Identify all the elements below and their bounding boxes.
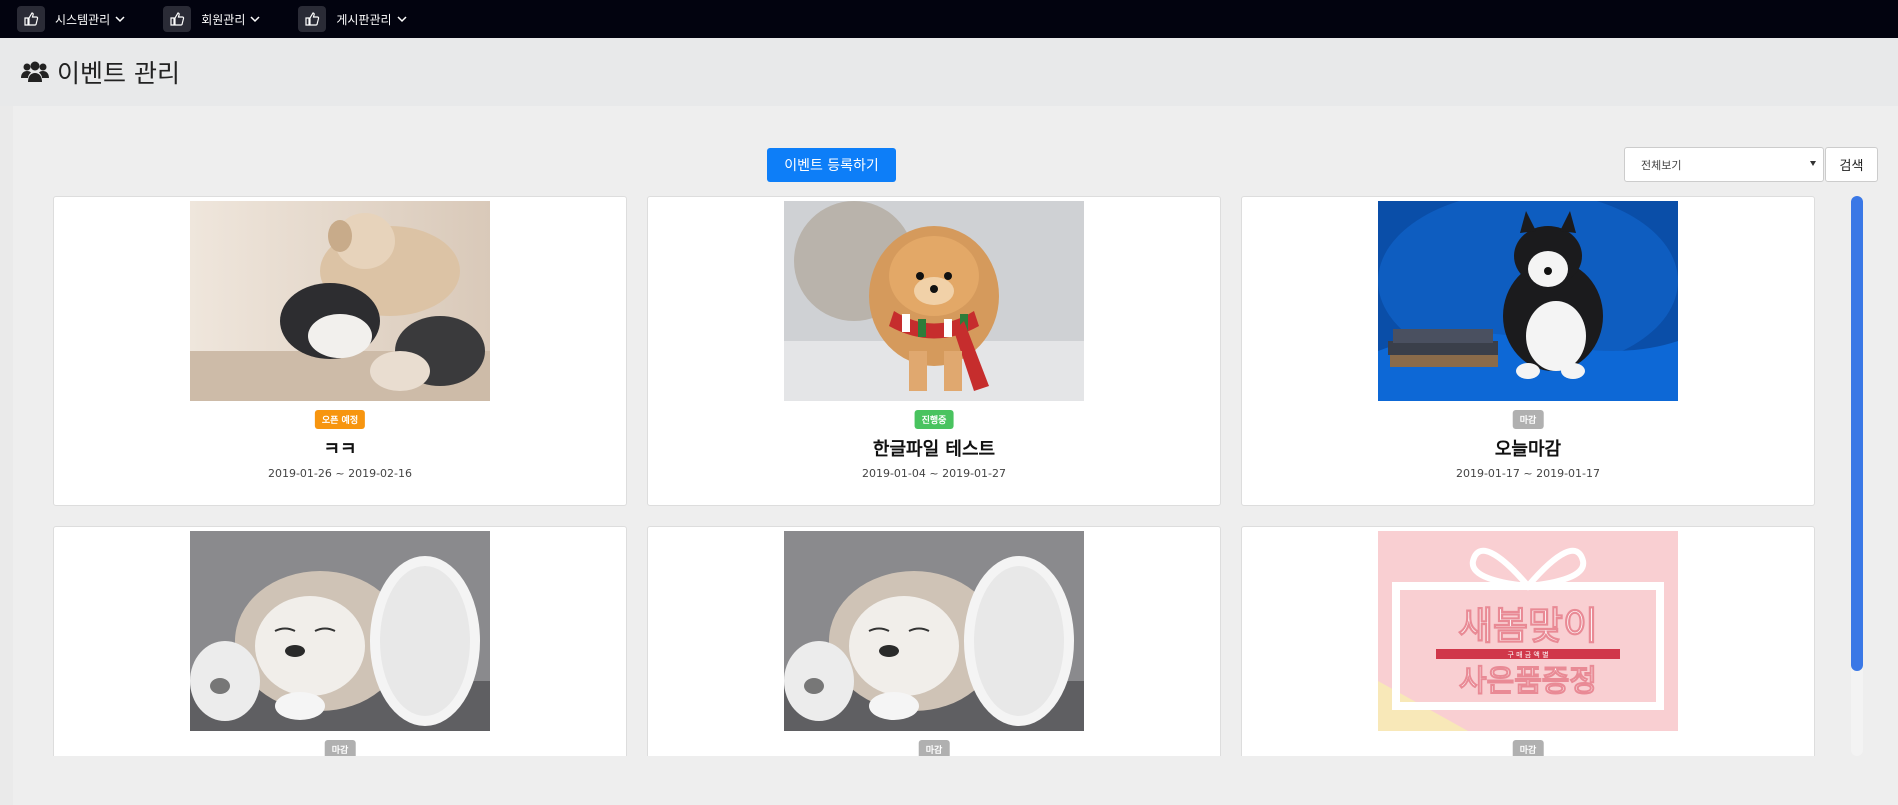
status-badge: 오픈 예정 <box>314 410 366 429</box>
event-image-puppy-toilet-paper[interactable] <box>784 531 1084 731</box>
chevron-down-icon <box>250 15 260 22</box>
banner-line1: 새봄맞이 <box>1458 604 1598 648</box>
event-card[interactable]: 마감 <box>647 526 1221 756</box>
status-badge: 마감 <box>1512 740 1544 756</box>
event-image-husky-puppies[interactable] <box>190 201 490 401</box>
event-card[interactable]: 새봄맞이 구 매 금 액 별 사은품증정 마감 <box>1241 526 1815 756</box>
event-date-range: 2019-01-26 ~ 2019-02-16 <box>267 467 413 480</box>
chevron-down-icon <box>397 15 407 22</box>
content-panel: 이벤트 등록하기 전체보기 검색 오픈 예정 ㅋㅋ 2019-01-26 ~ 2… <box>13 106 1898 805</box>
nav-label: 회원관리 <box>201 12 246 27</box>
scrollbar-thumb[interactable] <box>1851 196 1863 671</box>
event-image-pomeranian[interactable] <box>784 201 1084 401</box>
event-card[interactable]: 오픈 예정 ㅋㅋ 2019-01-26 ~ 2019-02-16 <box>53 196 627 506</box>
dropdown-arrow-icon <box>1810 161 1816 166</box>
banner-line2: 구 매 금 액 별 <box>1507 650 1548 659</box>
event-card[interactable]: 진행중 한글파일 테스트 2019-01-04 ~ 2019-01-27 <box>647 196 1221 506</box>
nav-label: 게시판관리 <box>336 12 392 27</box>
chevron-down-icon <box>115 15 125 22</box>
thumb-pointer-icon <box>298 6 327 32</box>
event-title: ㅋㅋ <box>323 439 357 460</box>
event-date-range: 2019-01-04 ~ 2019-01-27 <box>861 467 1007 480</box>
thumb-pointer-icon <box>17 6 45 32</box>
event-title: 오늘마감 <box>1494 439 1562 460</box>
status-badge: 마감 <box>1512 410 1544 429</box>
event-image-spring-gift-banner[interactable]: 새봄맞이 구 매 금 액 별 사은품증정 <box>1378 531 1678 731</box>
search-button[interactable]: 검색 <box>1825 147 1878 182</box>
thumb-pointer-icon <box>163 6 192 32</box>
nav-item-board[interactable]: 게시판관리 <box>298 6 407 32</box>
event-date-range: 2019-01-17 ~ 2019-01-17 <box>1455 467 1601 480</box>
event-image-husky-on-books[interactable] <box>1378 201 1678 401</box>
register-event-button[interactable]: 이벤트 등록하기 <box>767 148 896 182</box>
event-card[interactable]: 마감 <box>53 526 627 756</box>
nav-item-system[interactable]: 시스템관리 <box>17 6 125 32</box>
page-header: 이벤트 관리 <box>0 38 1898 106</box>
top-navigation: 시스템관리 회원관리 게시판관리 <box>0 0 1898 38</box>
status-badge: 마감 <box>918 740 950 756</box>
banner-line3: 사은품증정 <box>1459 664 1597 699</box>
filter-selected-value: 전체보기 <box>1641 158 1682 172</box>
status-badge: 진행중 <box>914 410 954 429</box>
status-badge: 마감 <box>324 740 356 756</box>
nav-item-members[interactable]: 회원관리 <box>163 6 260 32</box>
nav-label: 시스템관리 <box>55 12 111 27</box>
scrollbar-track[interactable] <box>1851 196 1863 756</box>
event-title: 한글파일 테스트 <box>872 439 996 460</box>
event-card[interactable]: 마감 오늘마감 2019-01-17 ~ 2019-01-17 <box>1241 196 1815 506</box>
event-image-puppy-toilet-paper[interactable] <box>190 531 490 731</box>
status-filter-select[interactable]: 전체보기 <box>1624 147 1824 182</box>
event-card-grid: 오픈 예정 ㅋㅋ 2019-01-26 ~ 2019-02-16 진행중 한글파… <box>53 196 1828 756</box>
page-title: 이벤트 관리 <box>57 59 180 88</box>
users-icon <box>21 61 49 82</box>
